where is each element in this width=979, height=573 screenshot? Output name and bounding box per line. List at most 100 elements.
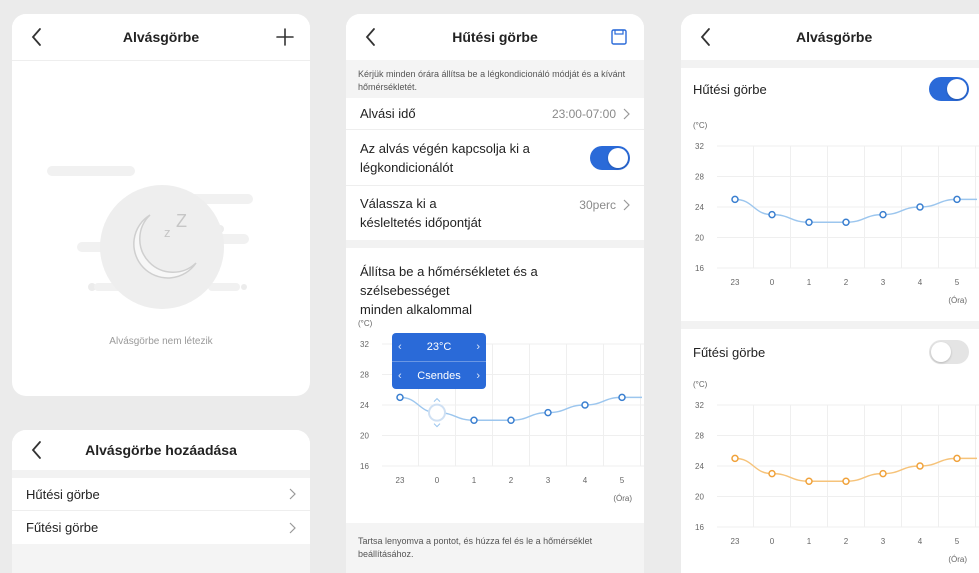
data-point[interactable] (396, 393, 404, 402)
x-tick-label: 3 (881, 278, 886, 287)
back-arrow-icon[interactable] (26, 437, 48, 463)
cooling-curve-toggle[interactable] (929, 77, 969, 101)
x-tick-label: 1 (807, 537, 812, 546)
delay-time-row[interactable]: Válassza ki a késleltetés időpontját 30pe… (346, 186, 644, 240)
x-unit-label: (Óra) (948, 555, 967, 564)
back-arrow-icon[interactable] (695, 24, 717, 50)
x-tick-label: 2 (844, 278, 849, 287)
cooling-section: Hűtési görbe (°C) 32 28 24 20 16 23 0 1 2 3 4 5 (Óra) (681, 68, 979, 321)
data-point (805, 218, 813, 226)
x-tick-label: 5 (955, 278, 960, 287)
data-point[interactable] (544, 408, 552, 417)
footer-note: Tartsa lenyomva a pontot, és húzza fel é… (346, 523, 644, 573)
x-tick-label: 23 (731, 278, 740, 287)
toggle-knob (608, 147, 628, 168)
list-item-label: Fűtési görbe (26, 520, 99, 535)
plus-icon[interactable] (274, 26, 296, 48)
data-point[interactable] (618, 393, 626, 402)
delay-value-wrap: 30perc (579, 198, 630, 212)
header: Hűtési görbe (346, 14, 644, 60)
temp-increase-icon[interactable]: › (476, 341, 480, 353)
chevron-right-icon (623, 108, 630, 119)
y-unit-label: (°C) (358, 319, 373, 328)
y-tick-label: 28 (360, 371, 369, 380)
temperature-fan-popup[interactable]: ‹ 23°C › ‹ Csendes › (392, 333, 486, 389)
divider (346, 240, 644, 248)
popup-fan-value: Csendes (417, 369, 461, 382)
header: Alvásgörbe hozáadása (12, 430, 310, 470)
sleep-time-row[interactable]: Alvási idő 23:00-07:00 (346, 98, 644, 130)
delay-time-label: Válassza ki a késleltetés időpontját (360, 194, 481, 232)
chart-heading: Állítsa be a hőmérsékletet és a szélsebe… (346, 248, 644, 319)
divider (12, 470, 310, 478)
instruction-text: Kérjük minden órára állítsa be a légkond… (346, 60, 644, 98)
data-point[interactable] (470, 416, 478, 424)
data-point-selected[interactable] (428, 403, 446, 422)
x-tick-label: 0 (770, 278, 775, 287)
data-point (842, 477, 850, 485)
x-tick-label: 4 (918, 537, 923, 546)
popup-temp-row: ‹ 23°C › (392, 333, 486, 361)
turn-off-ac-label-line2: légkondicionálót (360, 159, 454, 175)
divider (681, 60, 979, 68)
y-tick-label: 16 (360, 462, 369, 471)
cooling-curve-label: Hűtési görbe (693, 81, 767, 97)
data-point[interactable] (581, 401, 589, 409)
svg-text:z: z (164, 225, 171, 240)
turn-off-ac-toggle[interactable] (590, 145, 630, 170)
back-arrow-icon[interactable] (360, 24, 382, 50)
turn-off-ac-row: Az alvás végén kapcsolja ki a légkondicio… (346, 130, 644, 186)
y-tick-label: 16 (695, 523, 704, 532)
y-unit-label: (°C) (693, 380, 708, 389)
data-point (842, 218, 850, 226)
save-icon[interactable] (608, 26, 630, 48)
turn-off-ac-label-line1: Az alvás végén kapcsolja ki a (360, 140, 530, 156)
x-tick-label: 0 (770, 537, 775, 546)
chevron-right-icon (289, 522, 296, 533)
list-item-cooling-curve[interactable]: Hűtési görbe (12, 478, 310, 511)
data-point (879, 469, 887, 478)
header: Alvásgörbe (12, 14, 310, 60)
x-tick-label: 0 (435, 476, 440, 485)
x-tick-label: 23 (731, 537, 740, 546)
cooling-curve-setup-panel: Hűtési görbe Kérjük minden órára állítsa… (346, 14, 644, 573)
setup-temperature-chart[interactable]: (°C)322824201623 0 1 2 3 4 5(Óra) (346, 314, 644, 514)
fan-decrease-icon[interactable]: ‹ (398, 370, 402, 382)
data-point (953, 454, 961, 463)
chart-heading-line1: Állítsa be a hőmérsékletet és a szélsebe… (360, 264, 538, 298)
add-sleep-curve-panel: Alvásgörbe hozáadása Hűtési görbe Fűtési… (12, 430, 310, 573)
data-point (953, 195, 961, 204)
y-tick-label: 32 (695, 401, 704, 410)
back-arrow-icon[interactable] (26, 24, 48, 50)
fan-increase-icon[interactable]: › (476, 370, 480, 382)
chevron-right-icon (289, 488, 296, 500)
page-title: Hűtési görbe (452, 29, 538, 45)
page-title: Alvásgörbe (796, 29, 873, 45)
delay-time-label-line2: késleltetés időpontját (360, 215, 482, 230)
drag-down-icon (433, 423, 441, 428)
data-point[interactable] (507, 416, 515, 424)
drag-up-icon (433, 397, 441, 402)
x-tick-label: 5 (955, 537, 960, 546)
series-line (734, 198, 977, 223)
x-tick-label: 1 (807, 278, 812, 287)
data-point (768, 469, 776, 478)
sleep-curve-empty-panel: Alvásgörbe z Z Alvásgörbe nem létezik (12, 14, 310, 396)
x-unit-label: (Óra) (948, 296, 967, 305)
data-point (731, 454, 739, 463)
popup-temp-value: 23°C (426, 341, 452, 353)
y-tick-label: 20 (360, 432, 369, 441)
sleep-curve-overview-panel: Alvásgörbe Hűtési görbe (°C) 32 28 24 20 16 23… (681, 14, 979, 573)
heating-curve-toggle[interactable] (929, 340, 969, 364)
heating-temperature-chart: (°C)322824201623 0 1 2 3 4 5(Óra) (693, 380, 979, 564)
temp-decrease-icon[interactable]: ‹ (398, 341, 402, 353)
delay-value: 30perc (579, 198, 616, 212)
y-tick-label: 24 (360, 401, 369, 410)
y-tick-label: 24 (695, 462, 704, 471)
data-point (805, 477, 813, 485)
turn-off-ac-label: Az alvás végén kapcsolja ki a légkondicio… (360, 139, 530, 177)
list-item-heating-curve[interactable]: Fűtési görbe (12, 511, 310, 544)
data-point (916, 462, 924, 470)
heating-header: Fűtési görbe (681, 329, 979, 375)
y-tick-label: 32 (360, 340, 369, 349)
